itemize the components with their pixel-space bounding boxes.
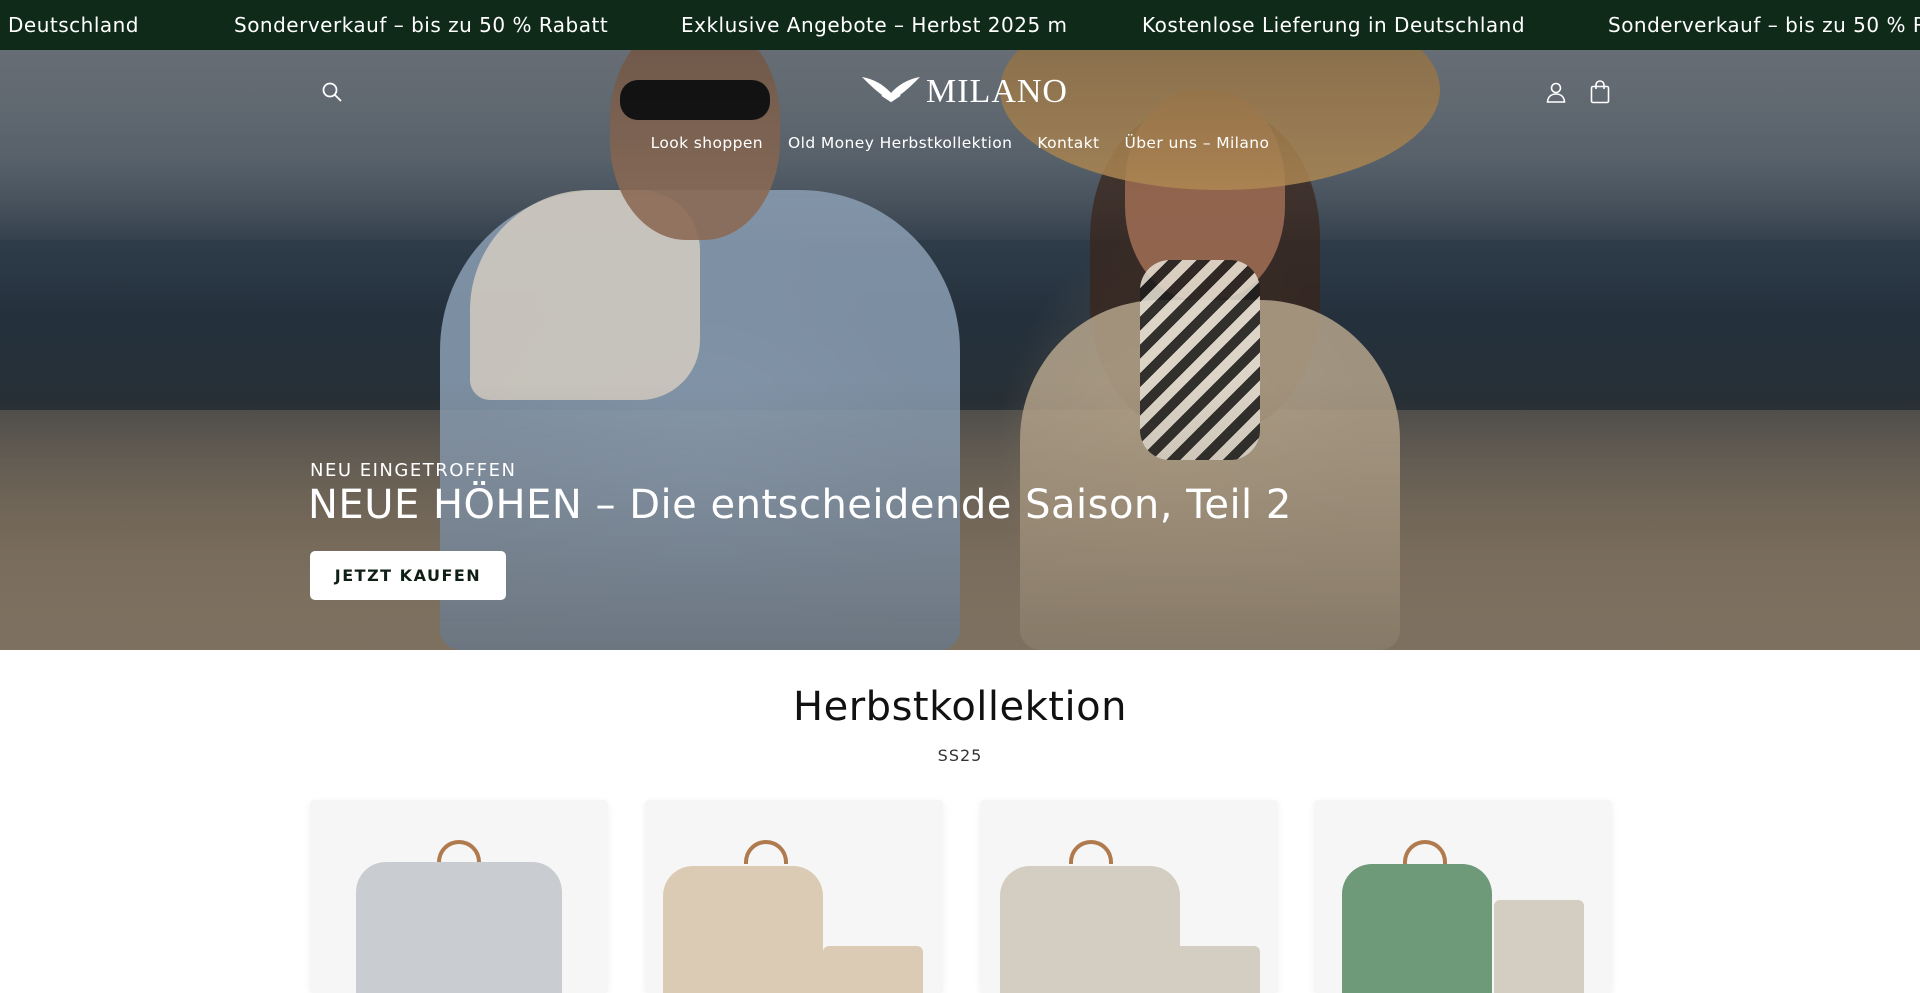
announcement-item: Kostenlose Lieferung in Deutschland <box>1142 13 1526 37</box>
product-image <box>1000 866 1180 993</box>
product-image <box>1342 864 1492 993</box>
product-image <box>356 862 562 993</box>
announcement-bar: Deutschland Sonderverkauf – bis zu 50 % … <box>0 0 1920 50</box>
logo[interactable]: MILANO <box>860 72 1068 112</box>
logo-text: MILANO <box>926 73 1068 110</box>
product-image-pants <box>823 946 923 993</box>
announcement-item: Sonderverkauf – bis zu 50 % Rabatt <box>234 13 609 37</box>
nav-item-look-shoppen[interactable]: Look shoppen <box>651 134 763 152</box>
announcement-item: Sonderverkauf – bis zu 50 % Rabatt <box>1608 13 1920 37</box>
collection-subtitle: SS25 <box>937 746 983 765</box>
main-nav: Look shoppen Old Money Herbstkollektion … <box>0 134 1920 152</box>
hero-eyebrow: NEU EINGETROFFEN <box>310 460 517 481</box>
hanger-icon <box>437 840 481 864</box>
announcement-item: Deutschland <box>8 13 139 37</box>
search-icon[interactable] <box>317 77 347 107</box>
logo-bird-icon <box>860 73 922 112</box>
nav-item-kontakt[interactable]: Kontakt <box>1037 134 1099 152</box>
hero-title: NEUE HÖHEN – Die entscheidende Saison, T… <box>308 482 1292 528</box>
hanger-icon <box>1069 840 1113 864</box>
shop-now-button[interactable]: JETZT KAUFEN <box>310 551 506 600</box>
hanger-icon <box>1403 840 1447 864</box>
product-image-pants <box>1494 900 1584 993</box>
collection-title: Herbstkollektion <box>793 684 1127 730</box>
announcement-item: Exklusive Angebote – Herbst 2025 m <box>681 13 1068 37</box>
product-image-pants <box>1160 946 1260 993</box>
product-card[interactable] <box>1314 800 1612 993</box>
cart-icon[interactable] <box>1585 77 1615 107</box>
product-card[interactable] <box>645 800 943 993</box>
nav-item-ueber-uns[interactable]: Über uns – Milano <box>1124 134 1269 152</box>
product-card[interactable] <box>980 800 1278 993</box>
product-image <box>663 866 823 993</box>
hanger-icon <box>744 840 788 864</box>
account-icon[interactable] <box>1541 77 1571 107</box>
nav-item-herbstkollektion[interactable]: Old Money Herbstkollektion <box>788 134 1012 152</box>
product-card[interactable] <box>310 800 608 993</box>
